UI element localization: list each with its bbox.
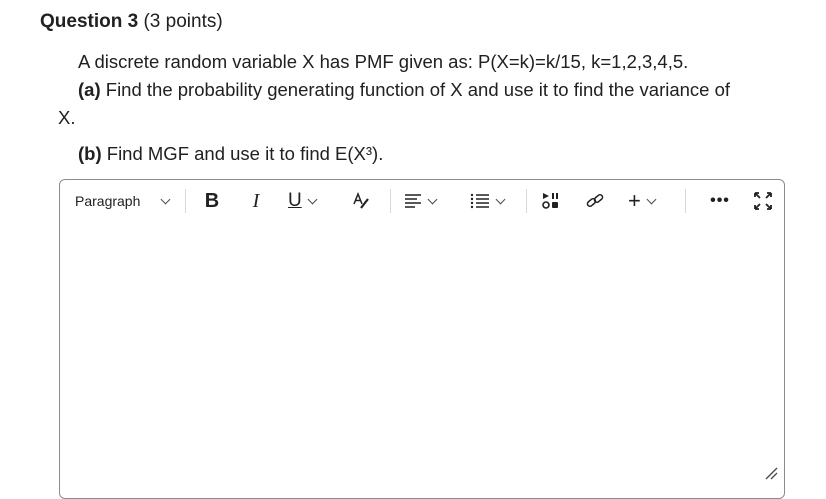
more-actions-button[interactable]: •••	[706, 180, 734, 222]
part-b: (b) Find MGF and use it to find E(X³).	[58, 140, 788, 168]
toolbar-divider	[685, 189, 686, 213]
part-b-label: (b)	[78, 143, 102, 164]
toolbar-divider	[526, 189, 527, 213]
chevron-down-icon	[427, 194, 438, 204]
chevron-down-icon	[495, 194, 506, 204]
part-b-text: Find MGF and use it to find E(X³).	[106, 143, 384, 164]
more-icon: •••	[710, 192, 730, 209]
align-icon	[405, 194, 421, 208]
bold-icon: B	[204, 189, 220, 212]
question-header: Question 3 (3 points)	[40, 11, 223, 33]
part-a: (a) Find the probability generating func…	[58, 76, 788, 104]
part-a-label: (a)	[78, 79, 101, 100]
part-a-text: Find the probability generating function…	[105, 79, 731, 100]
media-icon	[542, 193, 558, 209]
list-dropdown[interactable]	[470, 180, 514, 222]
align-dropdown[interactable]	[404, 180, 448, 222]
text-color-icon	[353, 192, 369, 209]
answer-editor[interactable]: Paragraph B I U + •••	[59, 179, 785, 499]
insert-icon: +	[628, 188, 641, 213]
chevron-down-icon	[646, 194, 657, 204]
insert-link-button[interactable]	[582, 180, 608, 222]
paragraph-format-dropdown[interactable]: Paragraph	[75, 180, 177, 222]
question-title: Question 3	[40, 11, 139, 32]
paragraph-format-label: Paragraph	[75, 193, 141, 209]
editor-content-area[interactable]	[60, 222, 784, 498]
question-intro: A discrete random variable X has PMF giv…	[78, 51, 689, 72]
chevron-down-icon	[160, 194, 171, 204]
text-color-button[interactable]	[348, 180, 374, 222]
list-icon	[470, 193, 489, 209]
question-body: A discrete random variable X has PMF giv…	[58, 48, 788, 168]
underline-dropdown[interactable]: U	[288, 180, 330, 222]
insert-dropdown[interactable]: +	[628, 180, 670, 222]
part-a-tail: X.	[58, 107, 76, 128]
toolbar-divider	[390, 189, 391, 213]
italic-icon: I	[252, 189, 260, 212]
bold-button[interactable]: B	[200, 180, 224, 222]
chevron-down-icon	[307, 194, 318, 204]
fullscreen-icon	[754, 192, 772, 210]
italic-button[interactable]: I	[244, 180, 268, 222]
toolbar-divider	[185, 189, 186, 213]
resize-handle-icon[interactable]	[764, 466, 778, 480]
question-points: (3 points)	[143, 11, 223, 32]
underline-icon: U	[288, 190, 302, 211]
editor-toolbar: Paragraph B I U + •••	[60, 180, 784, 222]
insert-media-button[interactable]	[538, 180, 564, 222]
link-icon	[586, 193, 604, 208]
fullscreen-button[interactable]	[750, 180, 776, 222]
